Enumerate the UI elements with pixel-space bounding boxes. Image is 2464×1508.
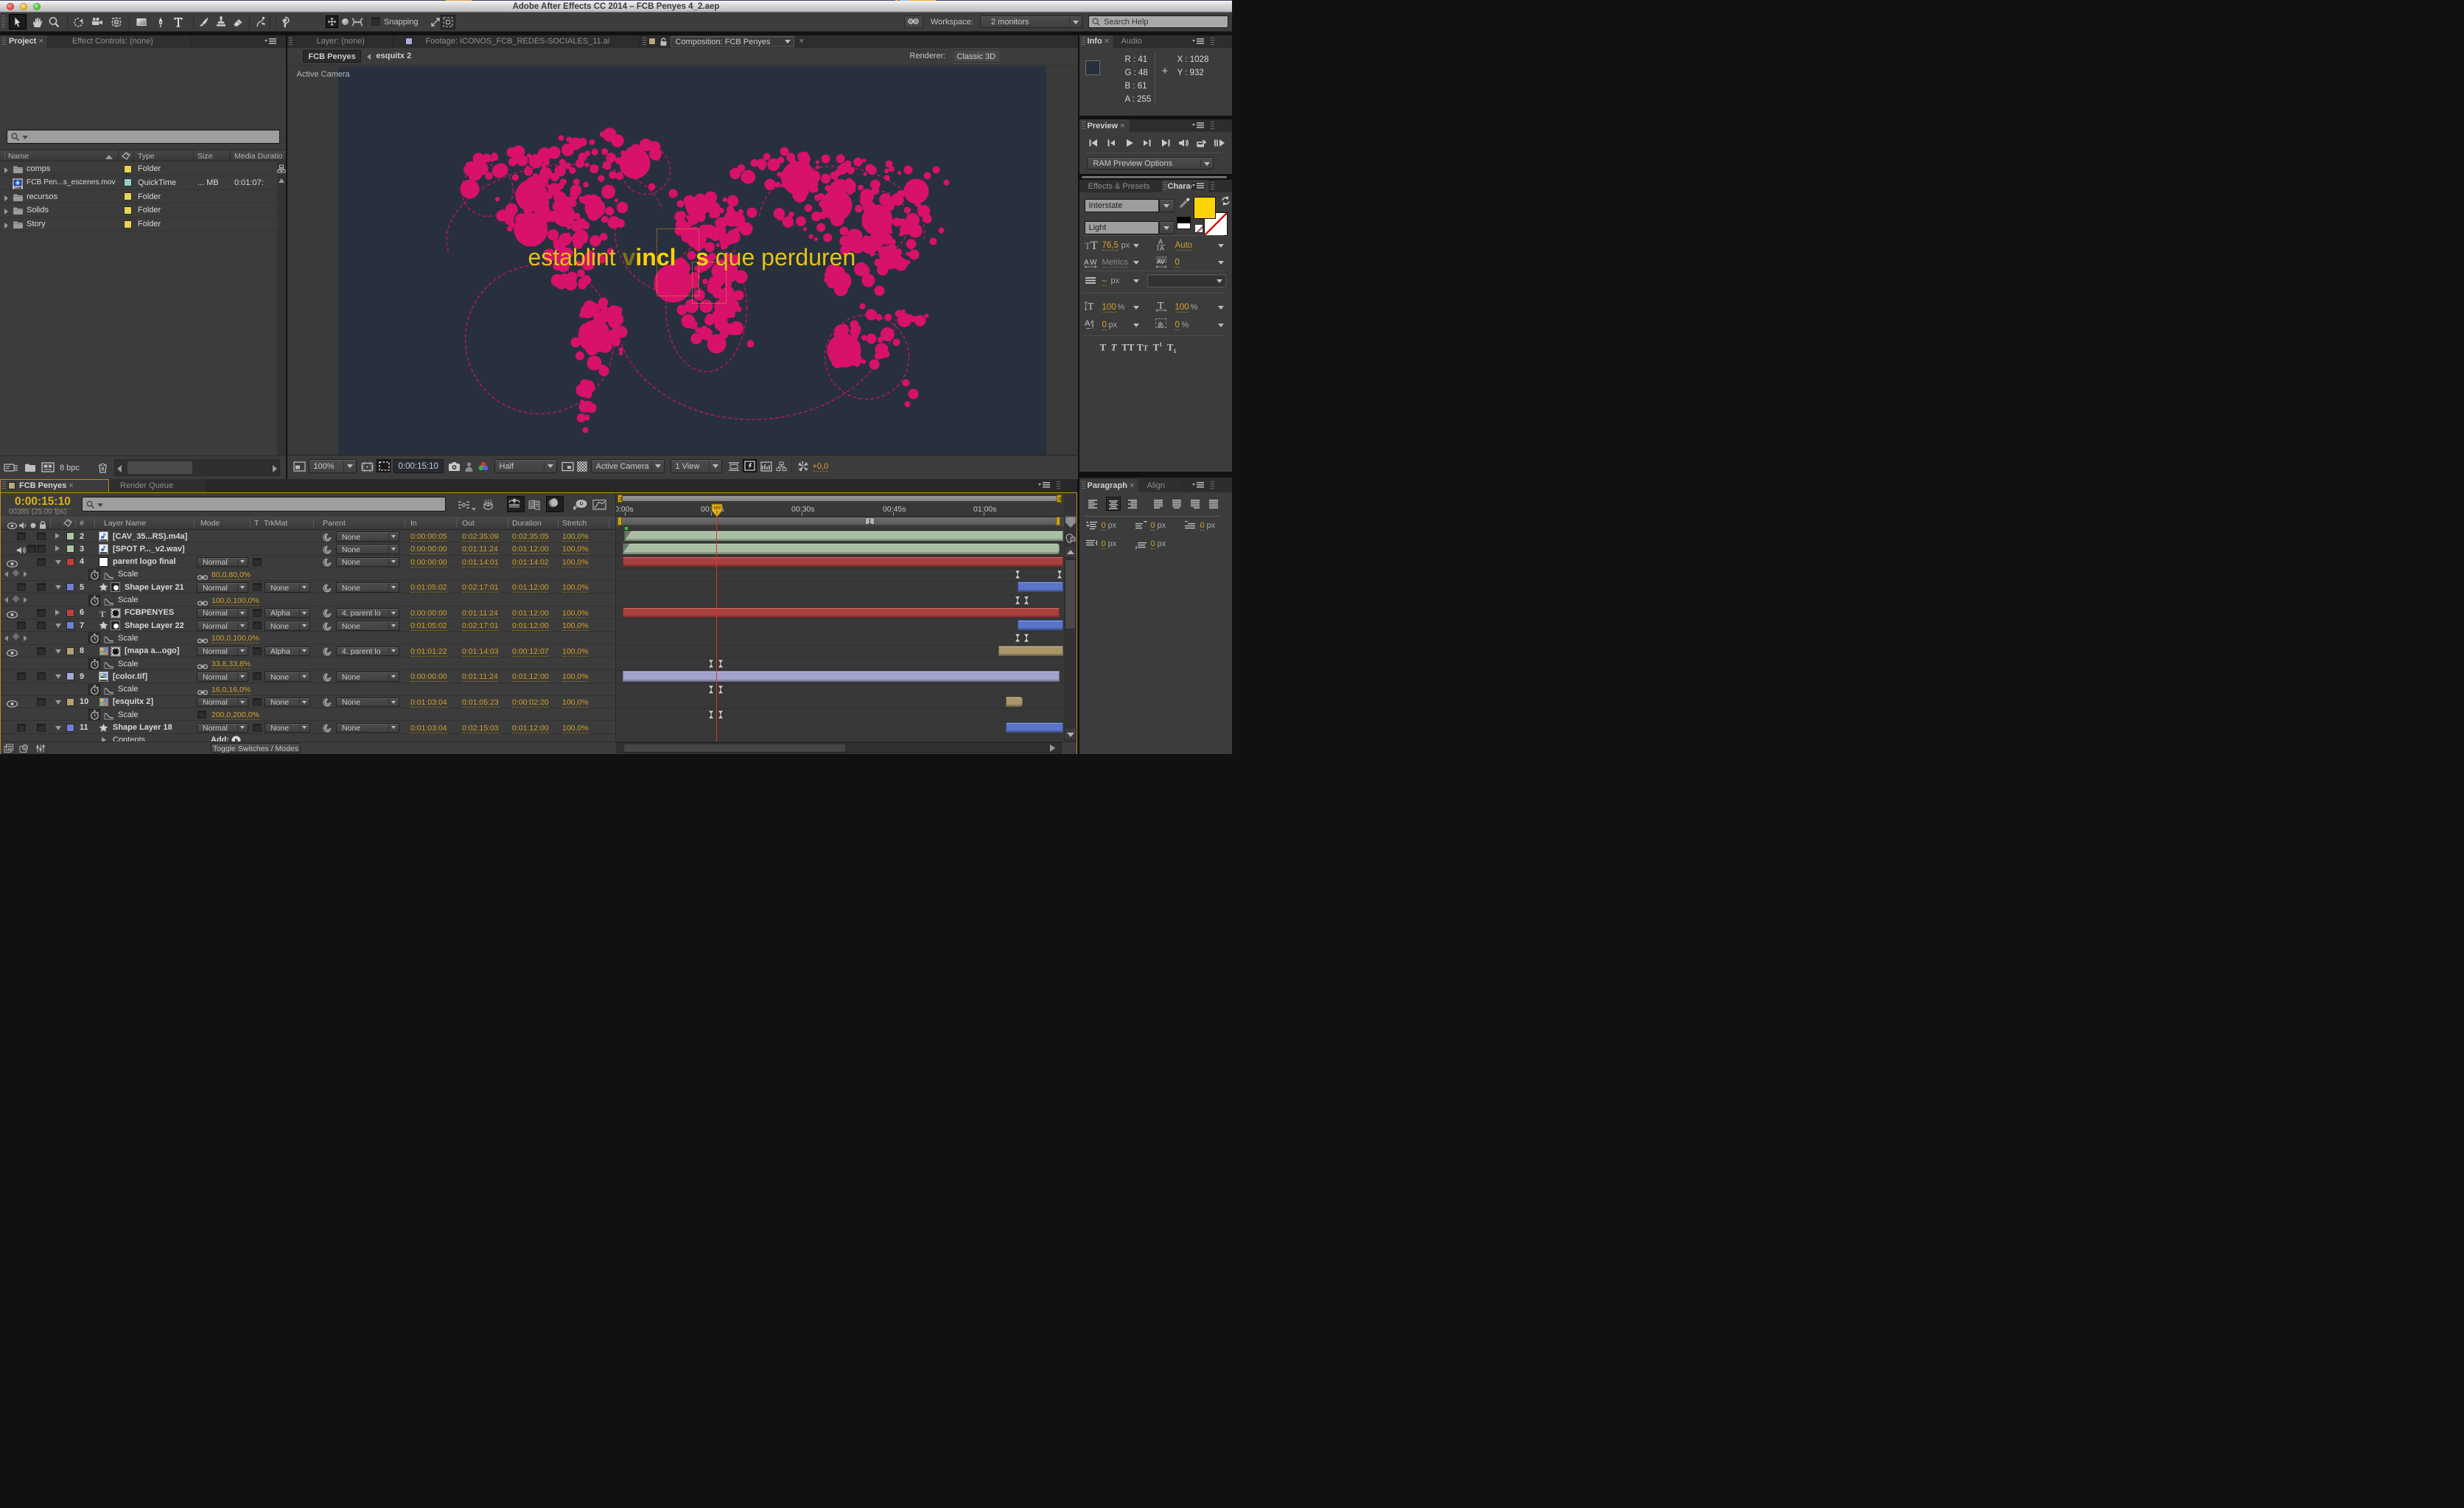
svg-text:A: A [1085,319,1091,328]
svg-text:T: T [1085,240,1091,251]
svg-text:T: T [99,609,105,618]
svg-text:A: A [1084,259,1089,267]
svg-text:T: T [1091,240,1098,251]
svg-text:I: I [1157,245,1159,251]
svg-text:T: T [1088,301,1094,312]
svg-text:A: A [1160,245,1164,251]
svg-text:W: W [1090,259,1097,267]
svg-text:あ: あ [1157,321,1163,329]
svg-text:MOV: MOV [14,186,20,189]
svg-text:a: a [1091,318,1094,325]
